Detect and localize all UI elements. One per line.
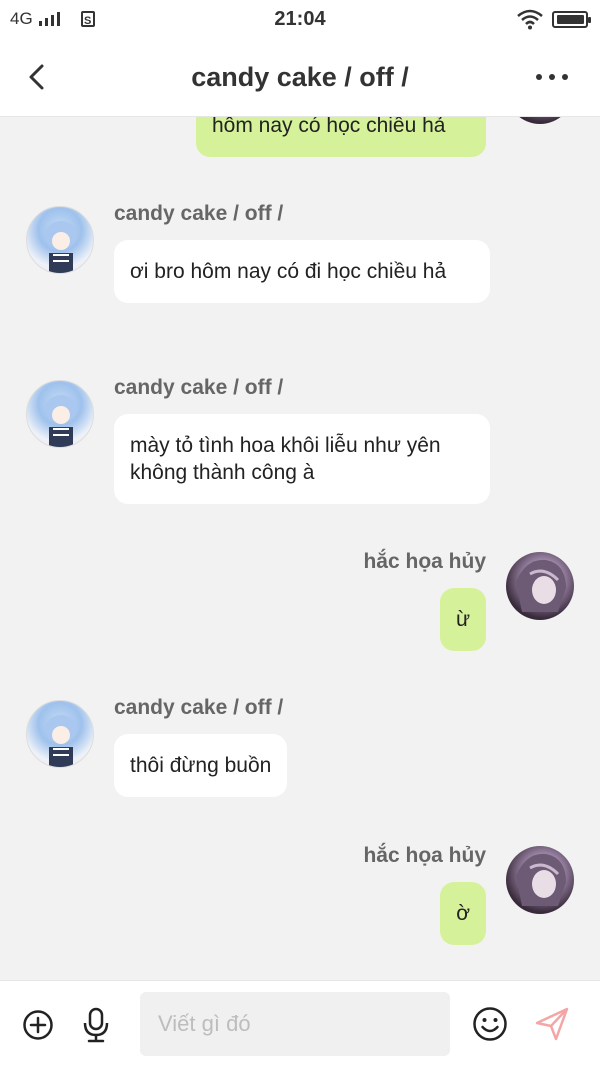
chat-header: candy cake / off / (0, 40, 600, 117)
microphone-icon (83, 1007, 109, 1043)
wifi-icon (517, 9, 543, 30)
plus-circle-icon (23, 1010, 53, 1040)
message-text: hôm nay có học chiều hả (212, 116, 446, 137)
message-bubble-outgoing[interactable]: ờ (440, 882, 486, 945)
battery-icon (552, 10, 591, 28)
avatar-image (45, 395, 77, 447)
more-dot-icon (562, 74, 568, 80)
avatar-image (516, 559, 566, 612)
message-bubble-incoming[interactable]: ơi bro hôm nay có đi học chiều hả (114, 240, 490, 303)
emoji-button[interactable] (472, 1006, 508, 1047)
message-list[interactable]: hôm nay có học chiều hả candy cake / off… (0, 116, 600, 980)
message-text: mày tỏ tình hoa khôi liễu như yên không … (130, 434, 441, 484)
sender-name: hắc họa hủy (363, 550, 486, 573)
message-text: ờ (456, 902, 470, 925)
sender-name: hắc họa hủy (363, 844, 486, 867)
voice-button[interactable] (82, 1007, 110, 1048)
sender-name: candy cake / off / (114, 376, 284, 399)
status-bar: 4G S 21:04 (0, 0, 600, 40)
avatar-candy[interactable] (26, 380, 94, 448)
message-bubble-outgoing[interactable]: ừ (439, 588, 486, 651)
smiley-icon (473, 1007, 507, 1041)
more-options-button[interactable] (536, 70, 572, 84)
send-button[interactable] (534, 1006, 570, 1047)
message-bubble-outgoing[interactable]: hôm nay có học chiều hả (196, 116, 486, 157)
sender-name: candy cake / off / (114, 696, 284, 719)
more-dot-icon (549, 74, 555, 80)
clock: 21:04 (274, 8, 326, 30)
message-bubble-incoming[interactable]: mày tỏ tình hoa khôi liễu như yên không … (114, 414, 490, 504)
avatar-hac[interactable] (506, 846, 574, 914)
sender-name: candy cake / off / (114, 202, 284, 225)
avatar-candy[interactable] (26, 206, 94, 274)
message-text: ừ (455, 608, 470, 631)
avatar-image (516, 853, 566, 906)
message-bubble-incoming[interactable]: thôi đừng buồn (114, 734, 288, 797)
message-text: thôi đừng buồn (130, 754, 272, 777)
avatar-hac[interactable] (506, 116, 574, 124)
message-input[interactable] (140, 992, 450, 1056)
avatar-hac[interactable] (506, 552, 574, 620)
more-dot-icon (536, 74, 542, 80)
status-right (516, 8, 591, 30)
avatar-image (45, 221, 77, 273)
message-text: ơi bro hôm nay có đi học chiều hả (130, 260, 447, 283)
chat-title: candy cake / off / (191, 62, 409, 92)
composer-bar (0, 980, 600, 1068)
avatar-image (45, 715, 77, 767)
add-button[interactable] (22, 1009, 54, 1046)
send-icon (535, 1007, 569, 1041)
avatar-candy[interactable] (26, 700, 94, 768)
